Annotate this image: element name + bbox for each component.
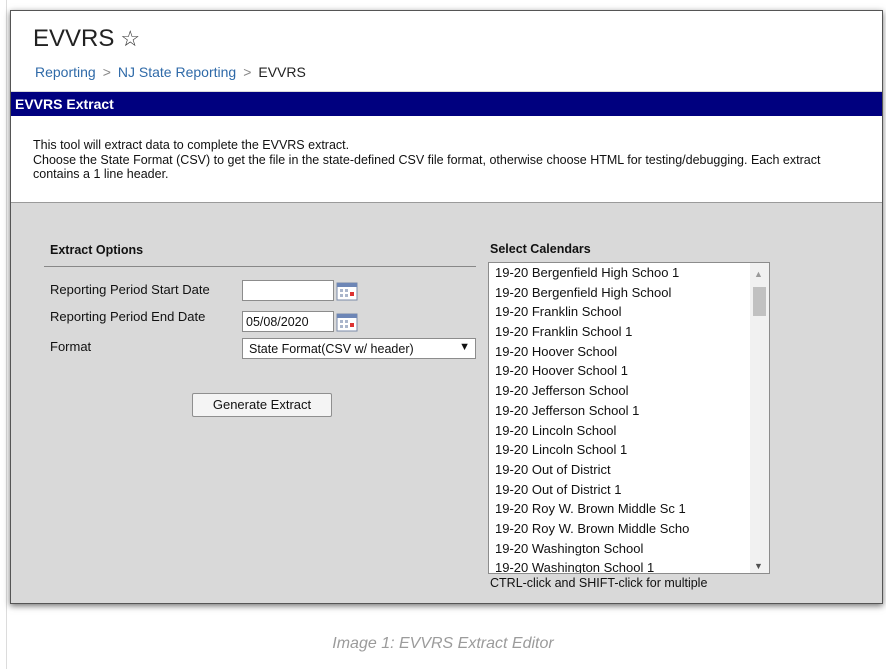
- calendar-option[interactable]: 19-20 Bergenfield High School: [495, 283, 689, 303]
- listbox-scrollbar[interactable]: ▲ ▼: [750, 263, 769, 573]
- calendar-option[interactable]: 19-20 Hoover School 1: [495, 361, 689, 381]
- calendar-option[interactable]: 19-20 Jefferson School 1: [495, 401, 689, 421]
- generate-extract-button[interactable]: Generate Extract: [192, 393, 332, 417]
- page-header: EVVRS ☆ Reporting > NJ State Reporting > EVVR…: [11, 11, 882, 91]
- format-select[interactable]: State Format(CSV w/ header) ▼: [242, 338, 476, 359]
- format-selected-value: State Format(CSV w/ header): [249, 342, 414, 356]
- select-calendars-heading: Select Calendars: [490, 242, 591, 256]
- calendar-option[interactable]: 19-20 Washington School: [495, 539, 689, 559]
- calendar-option[interactable]: 19-20 Lincoln School: [495, 421, 689, 441]
- image-caption: Image 1: EVVRS Extract Editor: [332, 635, 554, 652]
- scroll-up-icon[interactable]: ▲: [754, 269, 763, 279]
- tool-description: This tool will extract data to complete …: [11, 116, 882, 203]
- page-title: EVVRS ☆: [33, 25, 140, 53]
- scrollbar-thumb[interactable]: [753, 287, 766, 316]
- calendar-option[interactable]: 19-20 Roy W. Brown Middle Scho: [495, 519, 689, 539]
- end-date-label: Reporting Period End Date: [50, 309, 206, 324]
- calendar-option[interactable]: 19-20 Franklin School: [495, 302, 689, 322]
- breadcrumb: Reporting > NJ State Reporting > EVVRS: [35, 64, 306, 80]
- breadcrumb-separator: >: [243, 64, 252, 80]
- description-text: This tool will extract data to complete …: [33, 138, 833, 182]
- calendar-option[interactable]: 19-20 Out of District 1: [495, 480, 689, 500]
- extract-options-divider: [44, 266, 476, 267]
- calendar-option[interactable]: 19-20 Franklin School 1: [495, 322, 689, 342]
- breadcrumb-reporting[interactable]: Reporting: [35, 64, 96, 80]
- calendar-icon[interactable]: [336, 313, 358, 332]
- calendar-option[interactable]: 19-20 Jefferson School: [495, 381, 689, 401]
- breadcrumb-separator: >: [102, 64, 111, 80]
- star-outline-icon[interactable]: ☆: [120, 26, 140, 51]
- page-left-rule: [6, 0, 7, 669]
- multi-select-hint: CTRL-click and SHIFT-click for multiple: [490, 576, 708, 590]
- description-line-2: Choose the State Format (CSV) to get the…: [33, 152, 821, 182]
- calendar-option[interactable]: 19-20 Out of District: [495, 460, 689, 480]
- breadcrumb-nj-state-reporting[interactable]: NJ State Reporting: [118, 64, 236, 80]
- section-title-bar: EVVRS Extract: [11, 92, 882, 116]
- calendar-option[interactable]: 19-20 Lincoln School 1: [495, 440, 689, 460]
- start-date-label: Reporting Period Start Date: [50, 282, 210, 297]
- start-date-input[interactable]: [242, 280, 334, 301]
- end-date-input[interactable]: 05/08/2020: [242, 311, 334, 332]
- calendar-icon[interactable]: [336, 282, 358, 301]
- calendars-listbox[interactable]: 19-20 Bergenfield High Schoo 1 19-20 Ber…: [488, 262, 770, 574]
- breadcrumb-current: EVVRS: [258, 64, 306, 80]
- format-label: Format: [50, 339, 92, 354]
- description-line-1: This tool will extract data to complete …: [33, 138, 350, 152]
- dropdown-arrow-icon: ▼: [459, 341, 470, 353]
- calendar-option[interactable]: 19-20 Washington School 1: [495, 558, 689, 573]
- scroll-down-icon[interactable]: ▼: [754, 561, 763, 571]
- editor-frame: EVVRS ☆ Reporting > NJ State Reporting > EVVR…: [10, 10, 883, 604]
- page-title-text: EVVRS: [33, 25, 115, 52]
- extract-options-heading: Extract Options: [50, 243, 144, 257]
- calendar-option[interactable]: 19-20 Roy W. Brown Middle Sc 1: [495, 499, 689, 519]
- calendar-list: 19-20 Bergenfield High Schoo 1 19-20 Ber…: [495, 263, 689, 573]
- calendar-option[interactable]: 19-20 Hoover School: [495, 342, 689, 362]
- calendar-option[interactable]: 19-20 Bergenfield High Schoo 1: [495, 263, 689, 283]
